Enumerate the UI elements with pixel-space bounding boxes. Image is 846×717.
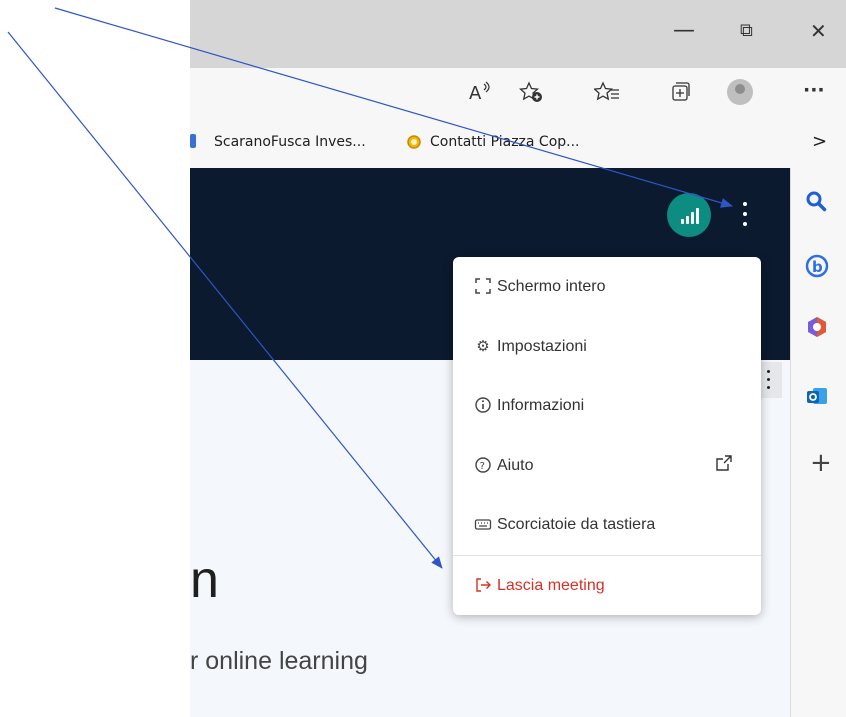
arrow-to-kebab	[54, 7, 733, 208]
arrow-to-leave-meeting	[7, 31, 443, 569]
annotation-arrows	[7, 7, 733, 569]
